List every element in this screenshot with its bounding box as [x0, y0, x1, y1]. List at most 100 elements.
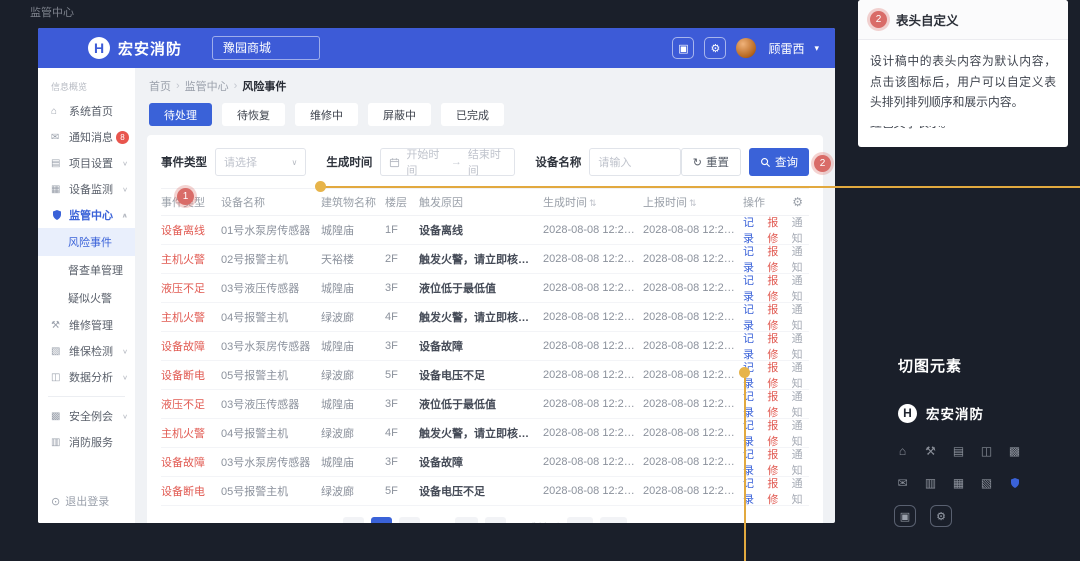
sidebar-item-数据分析[interactable]: ◫数据分析∨	[38, 364, 135, 390]
sidebar-item-项目设置[interactable]: ▤项目设置∨	[38, 150, 135, 176]
notification-badge: 8	[116, 131, 129, 144]
device-name-input[interactable]: 请输入	[589, 148, 680, 176]
go-button[interactable]: GO	[600, 517, 627, 523]
search-icon	[760, 157, 771, 168]
notify-link[interactable]: 通知	[792, 272, 809, 304]
reset-button[interactable]: ↻ 重置	[681, 148, 741, 176]
cell-event-type: 主机火警	[161, 251, 221, 267]
tab-维修中[interactable]: 维修中	[295, 103, 358, 126]
repair-link[interactable]: 报修	[767, 388, 784, 420]
brand-name: 宏安消防	[118, 38, 182, 59]
repair-link[interactable]: 报修	[767, 475, 784, 507]
sidebar-item-维保检测[interactable]: ▧维保检测∨	[38, 338, 135, 364]
sidebar-item-消防服务[interactable]: ▥消防服务	[38, 429, 135, 455]
tab-已完成[interactable]: 已完成	[441, 103, 504, 126]
chevron-down-icon: ∨	[122, 185, 128, 192]
cell-reported-time: 2028-08-08 12:25:36	[643, 398, 743, 410]
repair-link[interactable]: 报修	[767, 214, 784, 246]
column-header-label: 生成时间	[543, 197, 587, 209]
screen-icon[interactable]: ▣	[672, 37, 694, 59]
avatar[interactable]	[736, 38, 756, 58]
notify-link[interactable]: 通知	[792, 446, 809, 478]
tab-待恢复[interactable]: 待恢复	[222, 103, 285, 126]
repair-link[interactable]: 报修	[767, 301, 784, 333]
device-name-label: 设备名称	[535, 154, 581, 170]
settings-icon[interactable]: ⚙	[704, 37, 726, 59]
record-link[interactable]: 记录	[743, 214, 760, 246]
sort-icon[interactable]: ⇅	[589, 198, 597, 208]
record-link[interactable]: 记录	[743, 243, 760, 275]
event-type-select[interactable]: 请选择 ∨	[215, 148, 306, 176]
sidebar-subitem-疑似火警[interactable]: 疑似火警	[38, 284, 135, 312]
sort-icon[interactable]: ⇅	[689, 198, 697, 208]
column-header-生成时间[interactable]: 生成时间⇅	[543, 194, 643, 210]
sidebar-item-监管中心[interactable]: 监管中心∧	[38, 202, 135, 228]
tab-屏蔽中[interactable]: 屏蔽中	[368, 103, 431, 126]
cell-trigger-reason: 设备电压不足	[419, 483, 543, 499]
repair-link[interactable]: 报修	[767, 446, 784, 478]
column-header-label: 操作	[743, 194, 765, 210]
repair-link[interactable]: 报修	[767, 330, 784, 362]
cell-actions: 记录报修通知	[743, 272, 809, 304]
notify-link[interactable]: 通知	[792, 388, 809, 420]
cell-reported-time: 2028-08-08 12:25:36	[643, 427, 743, 439]
inspection-icon: ▧	[51, 346, 63, 357]
user-name[interactable]: 顾雷西	[768, 40, 804, 57]
sidebar-item-设备监测[interactable]: ▦设备监测∨	[38, 176, 135, 202]
mail-icon: ✉	[896, 476, 909, 489]
tab-待处理[interactable]: 待处理	[149, 103, 212, 126]
search-button[interactable]: 查询	[749, 148, 809, 176]
sidebar-item-维修管理[interactable]: ⚒维修管理	[38, 312, 135, 338]
sidebar-subitem-风险事件[interactable]: 风险事件	[38, 228, 135, 256]
meeting-icon: ▩	[51, 411, 63, 422]
cell-actions: 记录报修通知	[743, 417, 809, 449]
cell-reported-time: 2028-08-08 12:25:36	[643, 456, 743, 468]
repair-link[interactable]: 报修	[767, 272, 784, 304]
notify-link[interactable]: 通知	[792, 214, 809, 246]
next-page-button[interactable]: ›	[485, 517, 506, 523]
page-button-66[interactable]: 66	[455, 517, 477, 523]
sidebar-item-通知消息[interactable]: ✉通知消息8	[38, 124, 135, 150]
notify-link[interactable]: 通知	[792, 417, 809, 449]
record-link[interactable]: 记录	[743, 272, 760, 304]
chevron-down-icon: ∨	[292, 158, 298, 167]
page-ellipsis[interactable]: ...	[427, 517, 448, 523]
jump-to-label: 跳转到	[527, 520, 560, 524]
prev-page-button[interactable]: ‹	[343, 517, 364, 523]
time-range-picker[interactable]: 开始时间 → 结束时间	[380, 148, 515, 176]
slices-brand-name: 宏安消防	[926, 403, 984, 423]
calendar-icon	[389, 157, 400, 168]
sidebar-item-安全例会[interactable]: ▩安全例会∨	[38, 403, 135, 429]
breadcrumb-item[interactable]: 首页	[149, 78, 171, 94]
record-link[interactable]: 记录	[743, 301, 760, 333]
cell-created-time: 2028-08-08 12:25:36	[543, 253, 643, 265]
notify-link[interactable]: 通知	[792, 301, 809, 333]
sidebar-item-label: 数据分析	[69, 369, 113, 385]
record-link[interactable]: 记录	[743, 330, 760, 362]
cell-event-type: 设备离线	[161, 222, 221, 238]
column-header-上报时间[interactable]: 上报时间⇅	[643, 194, 743, 210]
sidebar-subitem-督查单管理[interactable]: 督查单管理	[38, 256, 135, 284]
repair-link[interactable]: 报修	[767, 243, 784, 275]
notify-link[interactable]: 通知	[792, 359, 809, 391]
project-selector[interactable]: 豫园商城	[212, 36, 320, 60]
logout-button[interactable]: ⊙ 退出登录	[51, 493, 109, 509]
cell-building-name: 绿波廊	[321, 425, 385, 441]
column-header-设备名称: 设备名称	[221, 194, 321, 210]
cell-actions: 记录报修通知	[743, 301, 809, 333]
notify-link[interactable]: 通知	[792, 330, 809, 362]
page-button-2[interactable]: 2	[399, 517, 420, 523]
jump-page-input[interactable]	[567, 517, 593, 523]
notify-link[interactable]: 通知	[792, 243, 809, 275]
sidebar-item-系统首页[interactable]: ⌂系统首页	[38, 98, 135, 124]
cell-device-name: 03号水泵房传感器	[221, 338, 321, 354]
page-button-1[interactable]: 1	[371, 517, 392, 523]
sidebar-divider	[48, 396, 125, 397]
notify-link[interactable]: 通知	[792, 475, 809, 507]
table-settings-gear-icon[interactable]: ⚙	[792, 195, 803, 209]
breadcrumb-item[interactable]: 监管中心	[185, 78, 229, 94]
repair-link[interactable]: 报修	[767, 359, 784, 391]
table-card: 事件类型 请选择 ∨ 生成时间 开始时间 → 结束时间 设备名称 请输入	[147, 135, 823, 523]
repair-link[interactable]: 报修	[767, 417, 784, 449]
cell-trigger-reason: 设备故障	[419, 454, 543, 470]
